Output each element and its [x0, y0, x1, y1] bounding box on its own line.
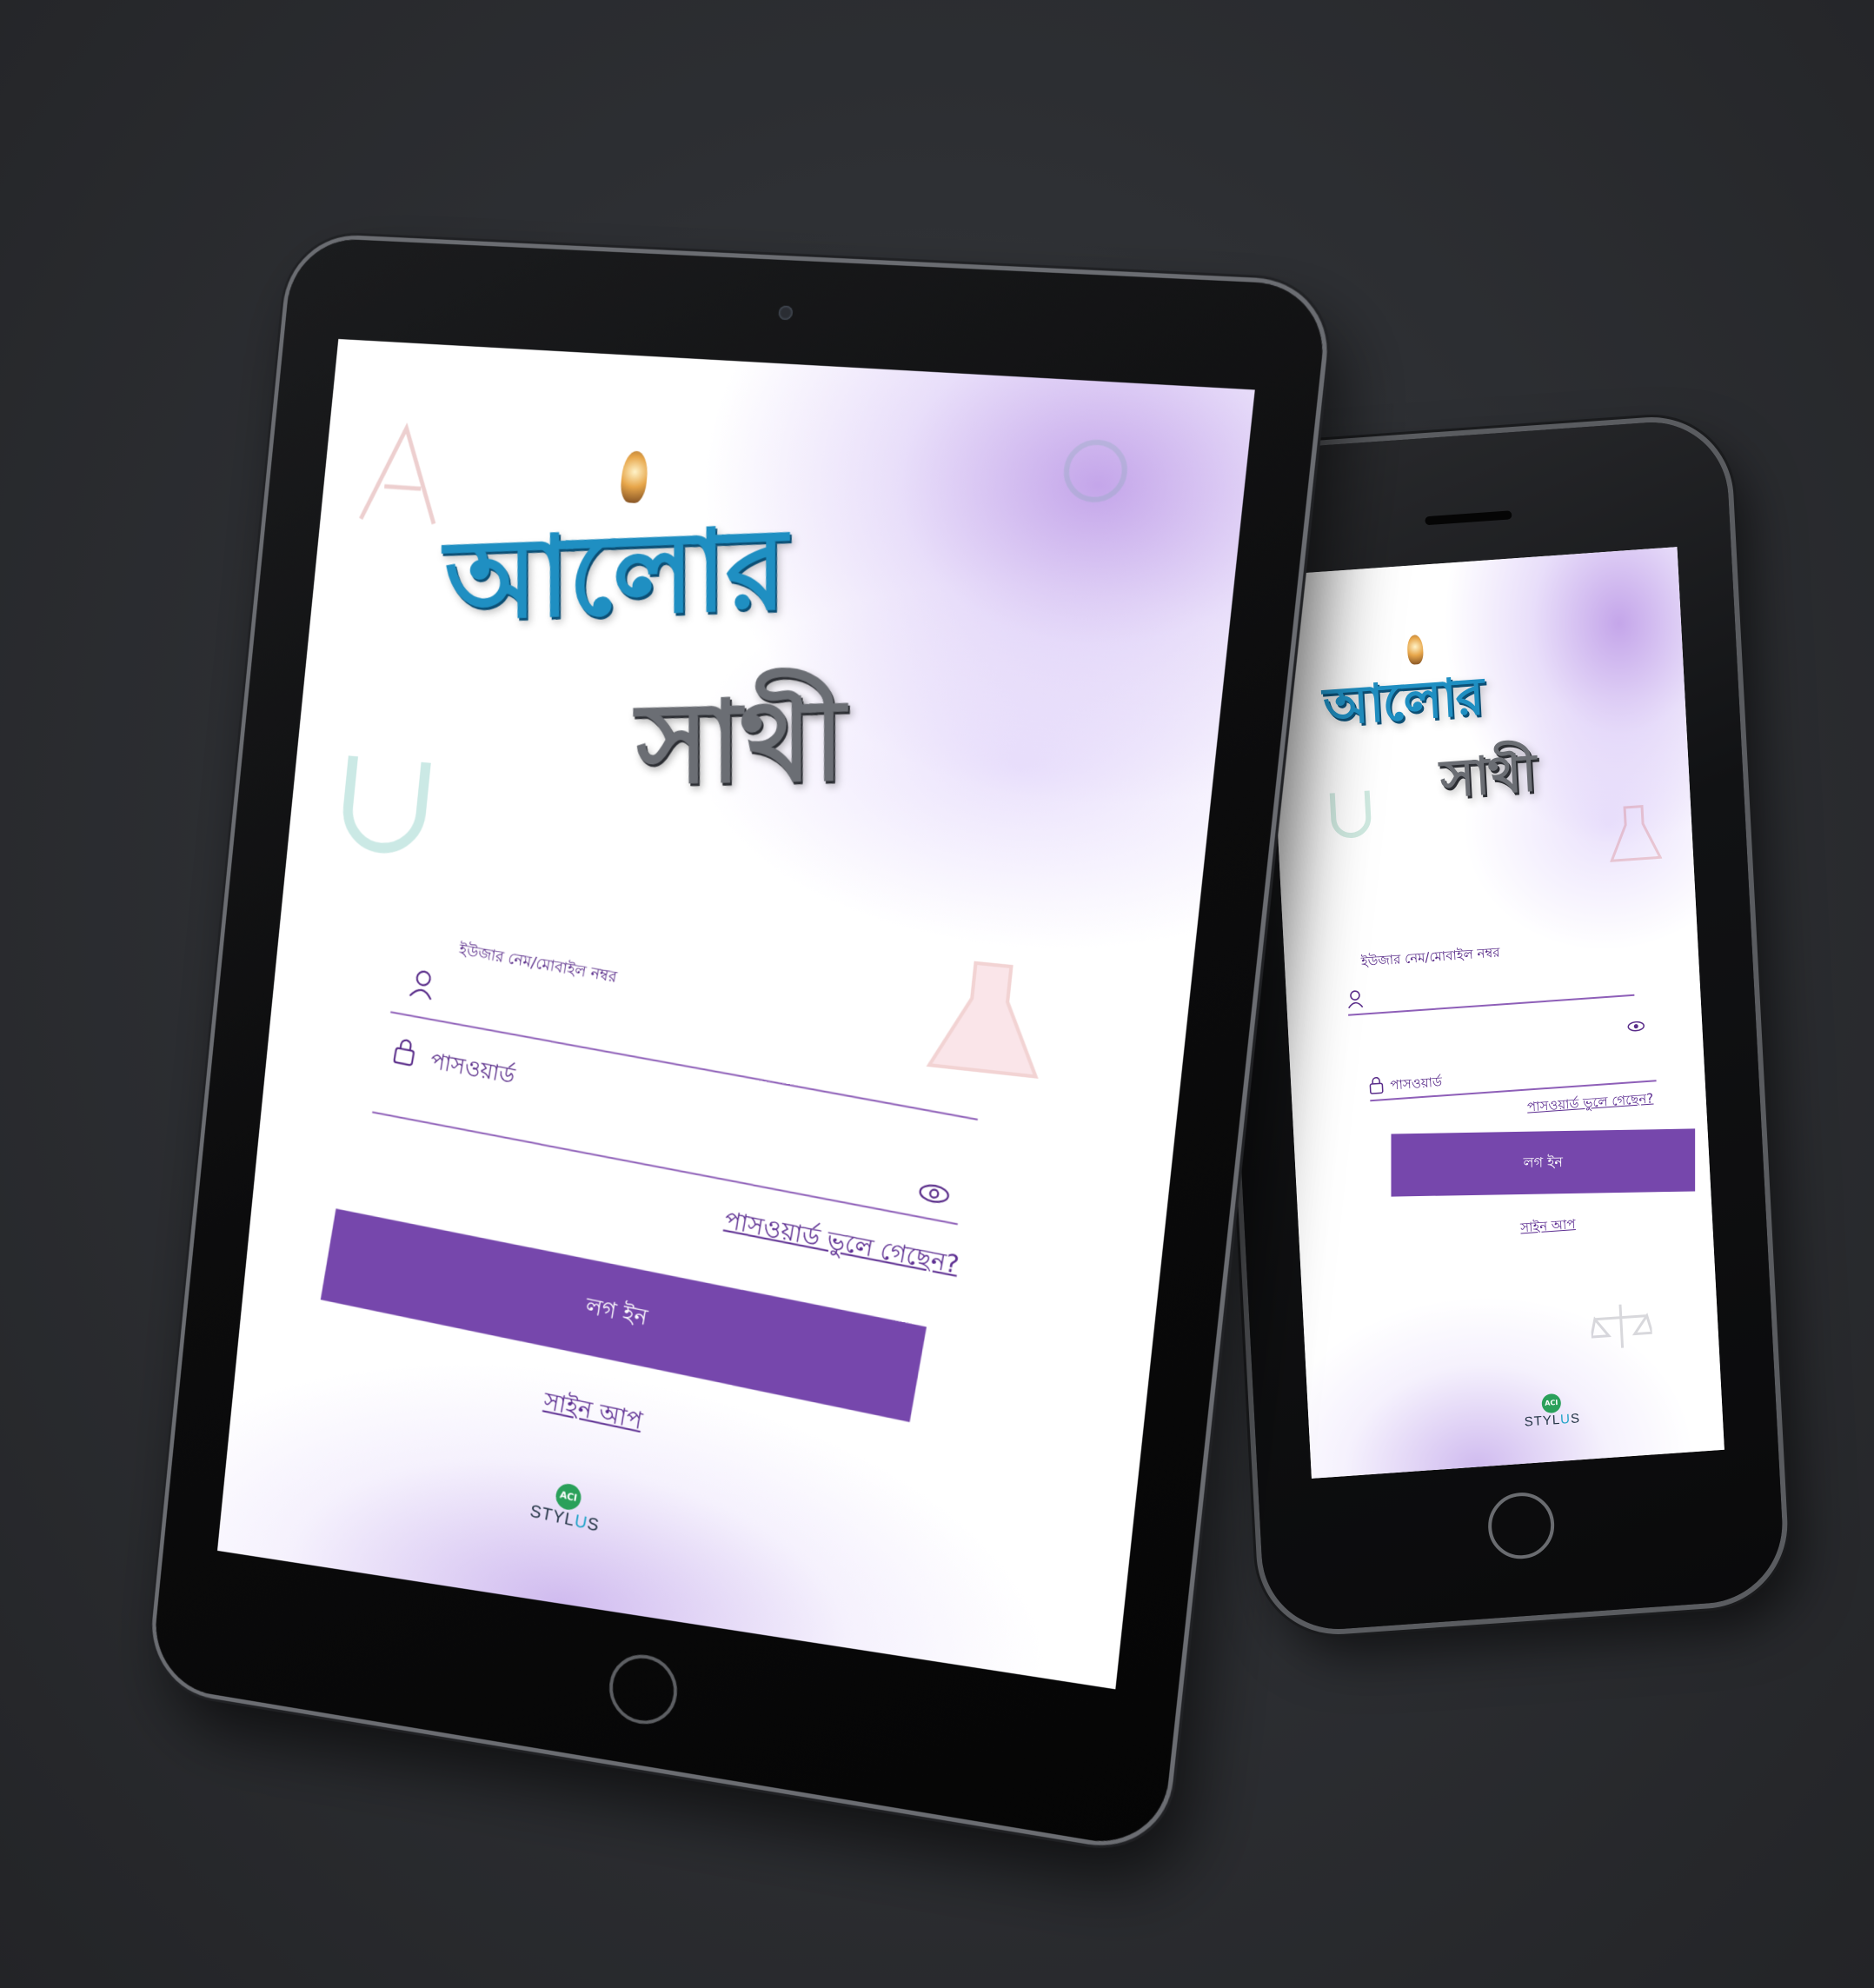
username-field[interactable]: ইউজার নেম/মোবাইল নম্বর: [1345, 933, 1635, 1016]
user-icon: [408, 967, 437, 1001]
forgot-password-link[interactable]: পাসওয়ার্ড ভুলে গেছেন?: [1526, 1088, 1654, 1119]
brand-logo: ACI STYLUS: [514, 1473, 621, 1539]
signup-link[interactable]: সাইন আপ: [1520, 1214, 1577, 1240]
password-field[interactable]: পাসওয়ার্ড: [1366, 1019, 1657, 1102]
ruler-compass-icon: [352, 417, 452, 533]
signup-link[interactable]: সাইন আপ: [541, 1382, 646, 1442]
stylus-wordmark: STYLUS: [1524, 1411, 1581, 1430]
flask-icon: [1610, 805, 1663, 862]
brand-logo: ACI STYLUS: [1516, 1390, 1587, 1431]
tablet-device: আলোর সাথী ইউজার নেম/মোবাইল নম্বর পাসওয়া…: [150, 236, 1330, 1852]
lock-icon: [392, 1037, 417, 1067]
lock-icon: [1369, 1076, 1384, 1094]
tablet-screen: আলোর সাথী ইউজার নেম/মোবাইল নম্বর পাসওয়া…: [217, 338, 1255, 1690]
app-logo: আলোর সাথী: [1321, 653, 1538, 834]
eye-icon[interactable]: [1627, 1020, 1645, 1033]
scale-icon: [1590, 1304, 1653, 1348]
phone-screen: আলোর সাথী ইউজার নেম/মোবাইল নম্বর পাসওয়া…: [1264, 547, 1724, 1479]
user-icon: [1348, 990, 1364, 1009]
phone-login-screen: আলোর সাথী ইউজার নেম/মোবাইল নম্বর পাসওয়া…: [1264, 547, 1724, 1479]
username-label: ইউজার নেম/মোবাইল নম্বর: [1360, 944, 1501, 970]
password-placeholder: পাসওয়ার্ড: [1389, 1074, 1443, 1094]
magnet-icon: [336, 747, 435, 865]
password-placeholder: পাসওয়ার্ড: [428, 1048, 517, 1090]
username-label: ইউজার নেম/মোবাইল নম্বর: [457, 941, 619, 987]
tablet-login-screen: আলোর সাথী ইউজার নেম/মোবাইল নম্বর পাসওয়া…: [217, 338, 1255, 1690]
aci-badge: ACI: [1541, 1393, 1562, 1414]
logo-line-2: সাথী: [1439, 742, 1537, 810]
logo-line-1: আলোর: [444, 502, 786, 646]
app-logo: আলোর সাথী: [444, 479, 843, 848]
eye-icon[interactable]: [917, 1180, 952, 1207]
lens-icon: [1056, 433, 1136, 509]
login-button[interactable]: লগ ইন: [1391, 1128, 1696, 1197]
logo-line-2: সাথী: [635, 672, 844, 810]
